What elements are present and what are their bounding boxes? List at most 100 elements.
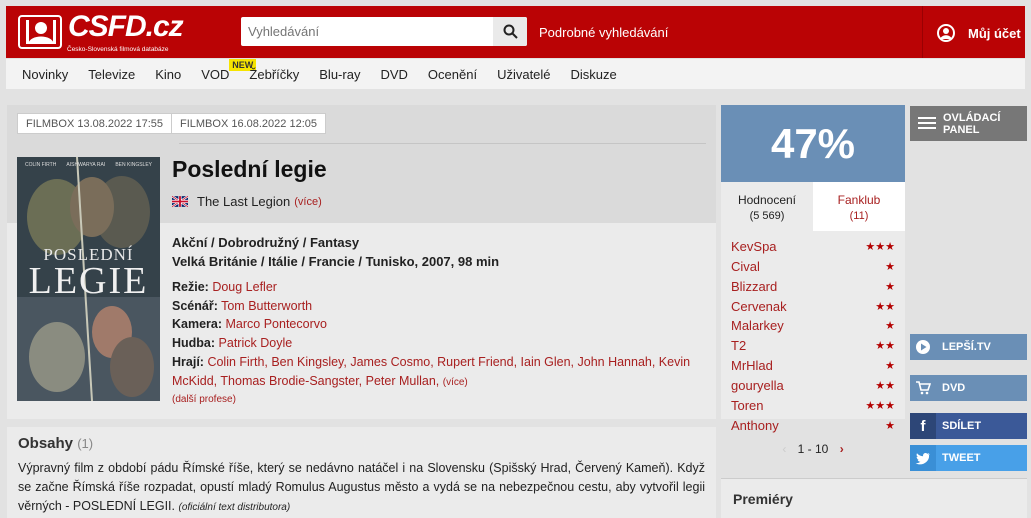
- star-rating-icon: ★★: [875, 379, 895, 392]
- plot-text-block: Výpravný film z období pádu Římské říše,…: [18, 459, 705, 517]
- plot-count: (1): [77, 436, 94, 451]
- share-facebook-button[interactable]: f SDÍLET: [910, 413, 1027, 439]
- top-bar: CSFD.cz Česko-Slovenská filmová databáze…: [6, 6, 1025, 58]
- tab-ratings[interactable]: Hodnocení (5 569): [721, 182, 813, 231]
- poster-name: COLIN FIRTH: [25, 162, 57, 168]
- uk-flag-icon: [172, 196, 188, 207]
- user-name-link[interactable]: MrHlad: [731, 358, 773, 373]
- tab-fanclub[interactable]: Fanklub (11): [813, 182, 905, 231]
- search-icon: [503, 24, 518, 39]
- nav-item-zebricky[interactable]: Žebříčky: [249, 67, 299, 82]
- user-name-link[interactable]: Cervenak: [731, 299, 787, 314]
- tv-schedule-tag[interactable]: FILMBOX 13.08.2022 17:55: [17, 113, 172, 134]
- crew-label: Hrají:: [172, 355, 204, 369]
- user-rating-row[interactable]: Cervenak ★★: [731, 297, 895, 315]
- rating-percent: 47%: [721, 105, 905, 182]
- tab-label: Hodnocení: [737, 193, 797, 207]
- user-rating-row[interactable]: Blizzard ★: [731, 277, 895, 295]
- prev-page-icon[interactable]: ‹: [782, 442, 786, 456]
- search-button[interactable]: [493, 17, 527, 46]
- user-name-link[interactable]: KevSpa: [731, 239, 777, 254]
- crew-label: Scénář:: [172, 299, 218, 313]
- star-rating-icon: ★: [885, 359, 895, 372]
- tv-schedule-tag[interactable]: FILMBOX 16.08.2022 12:05: [171, 113, 326, 134]
- main-nav: Novinky Televize Kino VOD NEW Žebříčky B…: [6, 58, 1025, 89]
- advanced-search-link[interactable]: Podrobné vyhledávání: [539, 25, 668, 40]
- play-icon: [910, 334, 936, 360]
- nav-item-diskuze[interactable]: Diskuze: [571, 67, 617, 82]
- nav-item-oceneni[interactable]: Ocenění: [428, 67, 477, 82]
- user-name-link[interactable]: Malarkey: [731, 318, 784, 333]
- cast-more-link[interactable]: (více): [443, 377, 468, 388]
- original-title: The Last Legion: [197, 194, 291, 209]
- button-label: DVD: [942, 382, 966, 394]
- user-name-link[interactable]: Toren: [731, 398, 764, 413]
- poster-title-line2: LEGIE: [28, 260, 149, 302]
- logo-emblem: [18, 15, 62, 49]
- tweet-button[interactable]: TWEET: [910, 445, 1027, 471]
- nav-item-novinky[interactable]: Novinky: [22, 67, 68, 82]
- star-rating-icon: ★★: [875, 300, 895, 313]
- poster-credits: COLIN FIRTH AISHWARYA RAI BEN KINGSLEY: [25, 162, 152, 168]
- user-name-link[interactable]: Blizzard: [731, 279, 777, 294]
- nav-item-vod[interactable]: VOD NEW: [201, 58, 257, 82]
- button-label: LEPŠÍ.TV: [942, 341, 991, 353]
- nav-item-kino[interactable]: Kino: [155, 67, 181, 82]
- plot-panel: Obsahy (1) Výpravný film z období pádu Ř…: [7, 427, 716, 518]
- user-rating-row[interactable]: KevSpa ★★★: [731, 237, 895, 255]
- premieres-heading[interactable]: Premiéry: [721, 478, 1027, 518]
- cart-icon: [910, 375, 936, 401]
- user-name-link[interactable]: Anthony: [731, 418, 779, 433]
- facebook-icon: f: [910, 413, 936, 439]
- nav-item-dvd[interactable]: DVD: [380, 67, 407, 82]
- tab-count: (11): [849, 210, 869, 222]
- plot-text: Výpravný film z období pádu Římské říše,…: [18, 461, 705, 513]
- user-rating-row[interactable]: T2 ★★: [731, 336, 895, 354]
- site-logo[interactable]: CSFD.cz Česko-Slovenská filmová databáze: [18, 10, 188, 54]
- user-rating-row[interactable]: Cival ★: [731, 257, 895, 275]
- star-rating-icon: ★★: [875, 339, 895, 352]
- user-rating-row[interactable]: Anthony ★: [731, 416, 895, 434]
- user-rating-row[interactable]: MrHlad ★: [731, 356, 895, 374]
- user-rating-row[interactable]: Toren ★★★: [731, 396, 895, 414]
- next-page-icon[interactable]: ›: [840, 442, 844, 456]
- lepsi-tv-button[interactable]: LEPŠÍ.TV: [910, 334, 1027, 360]
- nav-item-bluray[interactable]: Blu-ray: [319, 67, 360, 82]
- user-name-link[interactable]: gouryella: [731, 378, 784, 393]
- account-label: Můj účet: [968, 25, 1021, 41]
- more-professions-link[interactable]: (další profese): [172, 394, 236, 405]
- twitter-icon: [910, 445, 936, 471]
- tab-label: Fanklub: [837, 193, 881, 207]
- plot-heading: Obsahy (1): [18, 435, 93, 452]
- crew-label: Režie:: [172, 280, 209, 294]
- original-title-more-link[interactable]: (více): [294, 196, 322, 208]
- cast-links[interactable]: Colin Firth, Ben Kingsley, James Cosmo, …: [172, 355, 690, 388]
- film-poster[interactable]: COLIN FIRTH AISHWARYA RAI BEN KINGSLEY P…: [17, 157, 160, 401]
- writer-link[interactable]: Tom Butterworth: [221, 299, 312, 313]
- control-panel-button[interactable]: OVLÁDACÍ PANEL: [910, 106, 1027, 141]
- poster-name: BEN KINGSLEY: [115, 162, 152, 168]
- user-name-link[interactable]: Cival: [731, 259, 760, 274]
- poster-name: AISHWARYA RAI: [66, 162, 106, 168]
- film-genre: Akční / Dobrodružný / Fantasy: [172, 235, 360, 250]
- music-link[interactable]: Patrick Doyle: [219, 336, 293, 350]
- user-rating-row[interactable]: Malarkey ★: [731, 316, 895, 334]
- search-input[interactable]: [241, 17, 493, 46]
- button-label: TWEET: [942, 452, 981, 464]
- button-label: SDÍLET: [942, 420, 982, 432]
- dvd-button[interactable]: DVD: [910, 375, 1027, 401]
- account-button[interactable]: Můj účet: [936, 24, 1021, 42]
- ratings-pager: ‹ 1 - 10 ›: [721, 442, 905, 456]
- nav-item-uzivatele[interactable]: Uživatelé: [497, 67, 550, 82]
- camera-link[interactable]: Marco Pontecorvo: [226, 317, 327, 331]
- crew-camera: Kamera: Marco Pontecorvo: [172, 315, 704, 334]
- menu-icon: [918, 117, 936, 130]
- user-rating-row[interactable]: gouryella ★★: [731, 376, 895, 394]
- user-ratings-list: KevSpa ★★★ Cival ★ Blizzard ★ Cervenak ★★ Malark…: [721, 231, 905, 433]
- user-name-link[interactable]: T2: [731, 338, 746, 353]
- crew-director: Režie: Doug Lefler: [172, 278, 704, 297]
- director-link[interactable]: Doug Lefler: [212, 280, 277, 294]
- divider: [179, 143, 706, 144]
- nav-item-televize[interactable]: Televize: [88, 67, 135, 82]
- logo-subtitle: Česko-Slovenská filmová databáze: [67, 46, 169, 53]
